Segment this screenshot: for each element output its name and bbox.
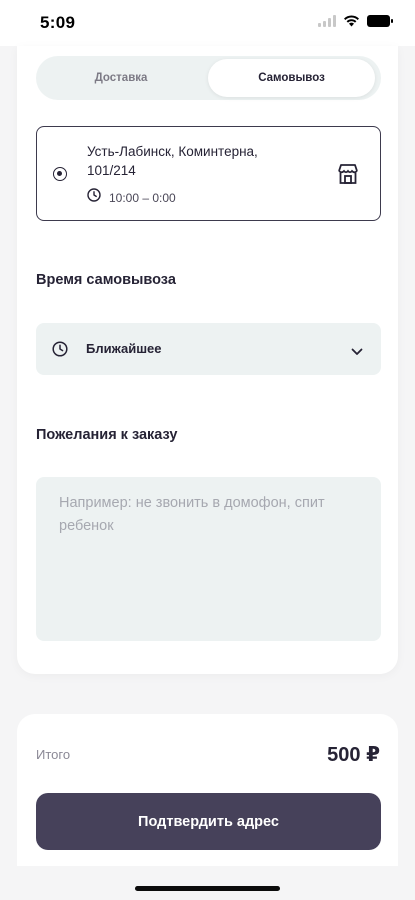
confirm-address-button[interactable]: Подтвердить адрес xyxy=(36,793,381,850)
store-option-card[interactable]: Усть-Лабинск, Коминтерна, 101/214 10:00 … xyxy=(36,126,381,221)
pickup-time-select[interactable]: Ближайшее xyxy=(36,323,381,375)
status-bar: 5:09 xyxy=(0,0,415,46)
tab-delivery[interactable]: Доставка xyxy=(36,56,206,100)
store-hours-row: 10:00 – 0:00 xyxy=(87,188,176,207)
status-icons xyxy=(318,14,393,32)
wishes-input[interactable] xyxy=(36,477,381,641)
chevron-down-icon xyxy=(351,343,363,361)
store-icon xyxy=(337,163,359,190)
pickup-time-value: Ближайшее xyxy=(86,341,162,356)
pickup-time-title: Время самовывоза xyxy=(36,272,176,288)
clock-icon xyxy=(52,341,68,362)
status-time: 5:09 xyxy=(40,13,76,32)
clock-icon xyxy=(87,188,101,207)
tab-pickup[interactable]: Самовывоз xyxy=(208,59,375,97)
total-value: 500 ₽ xyxy=(327,744,380,766)
home-indicator xyxy=(135,886,280,891)
store-radio[interactable] xyxy=(53,167,67,181)
total-label: Итого xyxy=(36,747,71,762)
battery-icon xyxy=(367,14,393,32)
summary-card: Итого 500 ₽ Подтвердить адрес xyxy=(17,714,398,866)
wishes-title: Пожелания к заказу xyxy=(36,427,178,443)
delivery-mode-tabs: Доставка Самовывоз xyxy=(36,56,381,100)
store-hours: 10:00 – 0:00 xyxy=(109,190,176,205)
signal-icon xyxy=(318,14,336,32)
store-address: Усть-Лабинск, Коминтерна, 101/214 xyxy=(87,144,258,178)
wifi-icon xyxy=(343,14,360,32)
order-details-card: Доставка Самовывоз Усть-Лабинск, Коминте… xyxy=(17,46,398,674)
